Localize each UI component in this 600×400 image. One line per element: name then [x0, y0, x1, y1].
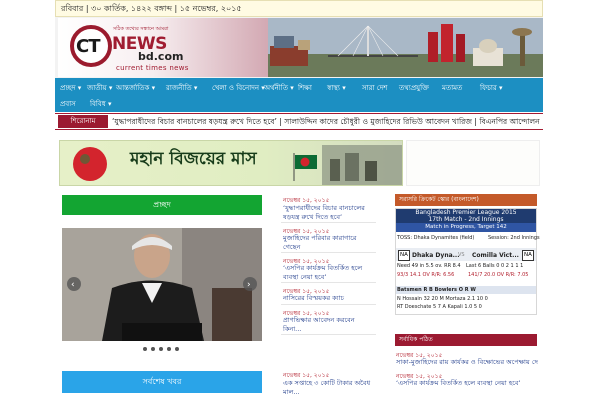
slider-dot[interactable] — [167, 347, 171, 351]
vs-label: VS — [458, 252, 465, 258]
score-league-title: Bangladesh Premier League 2015 — [415, 209, 517, 216]
logo-domain-text: bd.com — [138, 50, 184, 63]
date-bar: রবিবার | ৩০ কার্তিক, ১৪২২ বঙ্গাব্দ | ১৫ … — [55, 0, 543, 17]
chevron-down-icon: ▾ — [193, 84, 198, 92]
logo-ct-text: CT — [76, 36, 100, 57]
last-six-balls: Last 6 Balls 0 0 2 1 1 1 — [466, 263, 524, 269]
chevron-down-icon: ▾ — [151, 84, 156, 92]
news-headline[interactable]: সাকা-মুজাহিদের রায় কার্যকর ও বিক্ষোভের … — [396, 358, 538, 367]
divider — [281, 222, 376, 223]
nav-item-misc[interactable]: বিবিধ ▾ — [90, 98, 111, 111]
image-slider[interactable]: ‹ › — [62, 228, 262, 341]
team1-badge: NA — [398, 250, 410, 261]
divider — [281, 304, 376, 305]
team2-badge: NA — [522, 250, 534, 261]
nav-item-national[interactable]: জাতীয় ▾ — [87, 82, 112, 95]
team1-name: Dhaka Dyna... — [412, 252, 460, 259]
slider-dot[interactable] — [151, 347, 155, 351]
team2-name: Comilla Vict... — [472, 252, 519, 259]
score-subtitle: 17th Match - 2nd Innings — [428, 216, 504, 223]
news-headline[interactable]: ‘এসপির কার্যক্রম বিতর্কিত হলে ব্যবস্থা ন… — [396, 379, 538, 388]
chevron-down-icon: ▾ — [342, 84, 346, 92]
logo-tagline: current times news — [116, 64, 189, 72]
news-headline[interactable]: ‘যুদ্ধাপরাধীদের বিচার বানচালের ষড়যন্ত্র… — [283, 204, 373, 222]
slider-dot[interactable] — [159, 347, 163, 351]
slider-dot[interactable] — [143, 347, 147, 351]
ticker-label: শিরোনাম — [58, 115, 108, 128]
match-status: Match in Progress, Target 142 — [396, 223, 536, 232]
scorecard-header: Batsmen R B Bowlers O R W — [397, 287, 476, 293]
nav-item-politics[interactable]: রাজনীতি ▾ — [166, 82, 197, 95]
section-heading-latest[interactable]: সর্বশেষ খবর — [62, 371, 262, 393]
slider-next-button[interactable] — [243, 276, 257, 290]
scorecard-row: RT Doeschate 5 7 A Kapali 1.0 5 0 — [397, 304, 482, 310]
divider — [281, 282, 376, 283]
team2-score: 141/7 20.0 OV R/R: 7.05 — [468, 272, 529, 278]
nav-item-country[interactable]: সারা দেশ — [362, 82, 387, 95]
section-heading-home[interactable]: প্রচ্ছদ — [62, 195, 262, 215]
toss-text: TOSS: Dhaka Dynamites (field) — [397, 235, 475, 241]
nav-item-tech[interactable]: তথ্যপ্রযুক্তি — [399, 82, 429, 95]
session-text: Session: 2nd Innings — [488, 235, 540, 241]
logo-slogan: সঠিক তথ্যের সন্ধানে আমরা — [113, 26, 169, 32]
news-headline[interactable]: প্রাণভিক্ষার আবেদন করবেন কিনা... — [283, 316, 373, 334]
sidebar-ad-slot — [406, 140, 540, 186]
nav-item-home[interactable]: প্রচ্ছদ ▾ — [60, 82, 81, 95]
need-text: Need 49 in 5.5 ov. RR 8.4 — [397, 263, 461, 269]
nav-item-sports[interactable]: খেলা ও বিনোদন ▾ — [212, 82, 265, 95]
chevron-down-icon: ▾ — [107, 100, 112, 108]
date-text: রবিবার | ৩০ কার্তিক, ১৪২২ বঙ্গাব্দ | ১৫ … — [61, 4, 242, 13]
divider — [281, 252, 376, 253]
divider — [281, 334, 376, 335]
ticker-text[interactable]: ‘যুদ্ধাপরাধীদের বিচার বানচালের ষড়যন্ত্র… — [112, 115, 540, 128]
score-title: Bangladesh Premier League 2015 17th Matc… — [396, 209, 536, 223]
chevron-down-icon: ▾ — [77, 84, 82, 92]
nav-item-feature[interactable]: ফিচার ▾ — [480, 82, 503, 95]
news-headline[interactable]: নাসিরের বিস্ময়কর ক্যাচ — [283, 294, 373, 303]
news-headline[interactable]: ‘এসপির কার্যক্রম বিতর্কিত হলে ব্যবস্থা ন… — [283, 264, 373, 282]
news-headline[interactable]: মুজাহিদের পরিবার কারাগারে গেছেন — [283, 234, 373, 252]
most-read-heading: সর্বাধিক পঠিত — [395, 334, 537, 346]
team1-score: 93/3 14.1 OV R/R: 6.56 — [397, 272, 455, 278]
cricket-score-heading: সরাসরি ক্রিকেট স্কোর (বাংলাদেশ) — [395, 194, 537, 206]
promo-text: মহান বিজয়ের মাস — [130, 149, 257, 169]
chevron-down-icon: ▾ — [290, 84, 294, 92]
nav-item-opinion[interactable]: মতামত — [442, 82, 462, 95]
nav-item-economy[interactable]: অর্থনীতি ▾ — [264, 82, 294, 95]
header-banner-image — [268, 18, 543, 77]
slider-prev-button[interactable] — [62, 276, 76, 290]
nav-item-education[interactable]: শিক্ষা — [298, 82, 312, 95]
cityscape-illustration — [268, 18, 543, 77]
slider-photo: ‹ › — [62, 228, 262, 341]
nav-item-probash[interactable]: প্রবাস — [60, 98, 76, 111]
nav-item-health[interactable]: স্বাস্থ্য ▾ — [327, 82, 346, 95]
chevron-down-icon: ▾ — [499, 84, 503, 92]
scorecard-row: N Hossain 32 20 M Mortaza 2.1 10 0 — [397, 296, 488, 302]
news-headline[interactable]: এক সপ্তাহে ৩ কোটি টাকার অবৈধ মাল... — [283, 379, 373, 397]
slider-dot[interactable] — [175, 347, 179, 351]
nav-item-international[interactable]: আন্তর্জাতিক ▾ — [116, 82, 155, 95]
chevron-down-icon: ▾ — [108, 84, 113, 92]
